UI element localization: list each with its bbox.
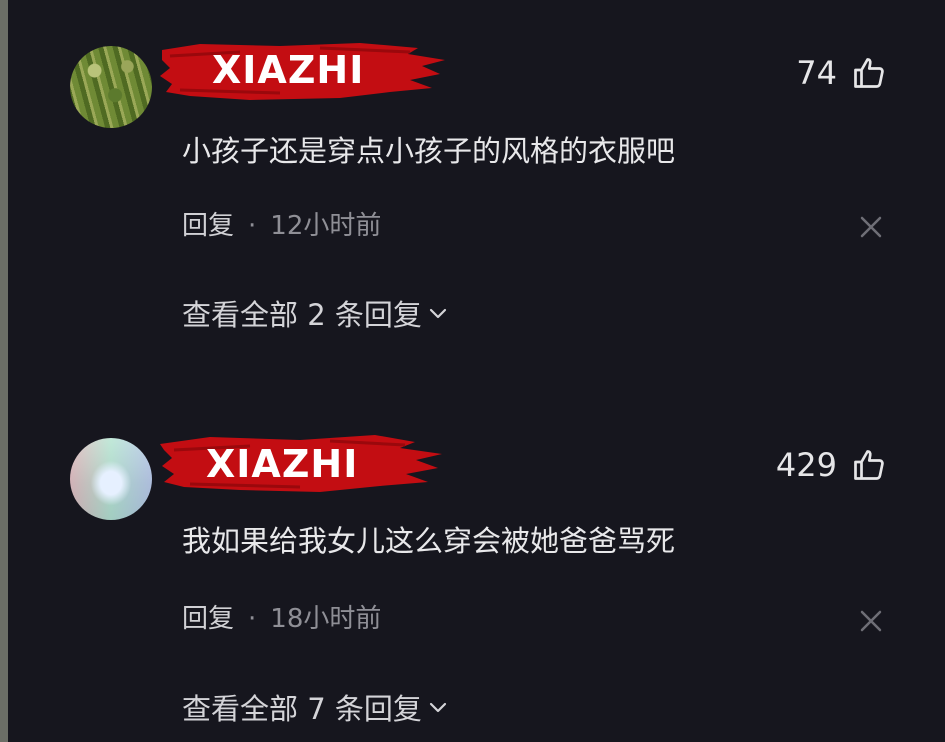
comment-text: 小孩子还是穿点小孩子的风格的衣服吧	[182, 134, 676, 168]
thumbs-up-icon[interactable]	[851, 55, 887, 91]
comment-text: 我如果给我女儿这么穿会被她爸爸骂死	[182, 524, 676, 558]
comment-panel: XIAZHI 74 小孩子还是穿点小孩子的风格的衣服吧 回复 · 12小时前 查看全…	[0, 0, 945, 742]
close-icon[interactable]	[856, 606, 886, 636]
comment-meta: 回复 · 12小时前	[182, 205, 381, 242]
username[interactable]: XIAZHI	[212, 48, 364, 92]
thumbs-up-icon[interactable]	[851, 447, 887, 483]
close-icon[interactable]	[856, 212, 886, 242]
like-count: 429	[775, 446, 837, 484]
view-all-replies-button[interactable]: 查看全部 2 条回复	[182, 292, 450, 334]
avatar[interactable]	[70, 438, 152, 520]
separator-dot: ·	[248, 604, 257, 634]
reply-button[interactable]: 回复	[182, 604, 234, 634]
avatar[interactable]	[70, 46, 152, 128]
like-group[interactable]: 74	[796, 54, 887, 92]
left-edge-strip	[0, 0, 8, 742]
username[interactable]: XIAZHI	[206, 442, 358, 486]
like-group[interactable]: 429	[776, 446, 887, 484]
timestamp: 18小时前	[270, 604, 382, 634]
chevron-down-icon	[429, 308, 446, 319]
view-all-replies-label: 查看全部 2 条回复	[182, 298, 422, 332]
separator-dot: ·	[248, 211, 257, 241]
view-all-replies-button[interactable]: 查看全部 7 条回复	[182, 686, 450, 728]
like-count: 74	[796, 54, 837, 92]
reply-button[interactable]: 回复	[182, 211, 234, 241]
timestamp: 12小时前	[270, 211, 382, 241]
view-all-replies-label: 查看全部 7 条回复	[182, 692, 422, 726]
chevron-down-icon	[429, 702, 446, 713]
comment-meta: 回复 · 18小时前	[182, 598, 381, 635]
